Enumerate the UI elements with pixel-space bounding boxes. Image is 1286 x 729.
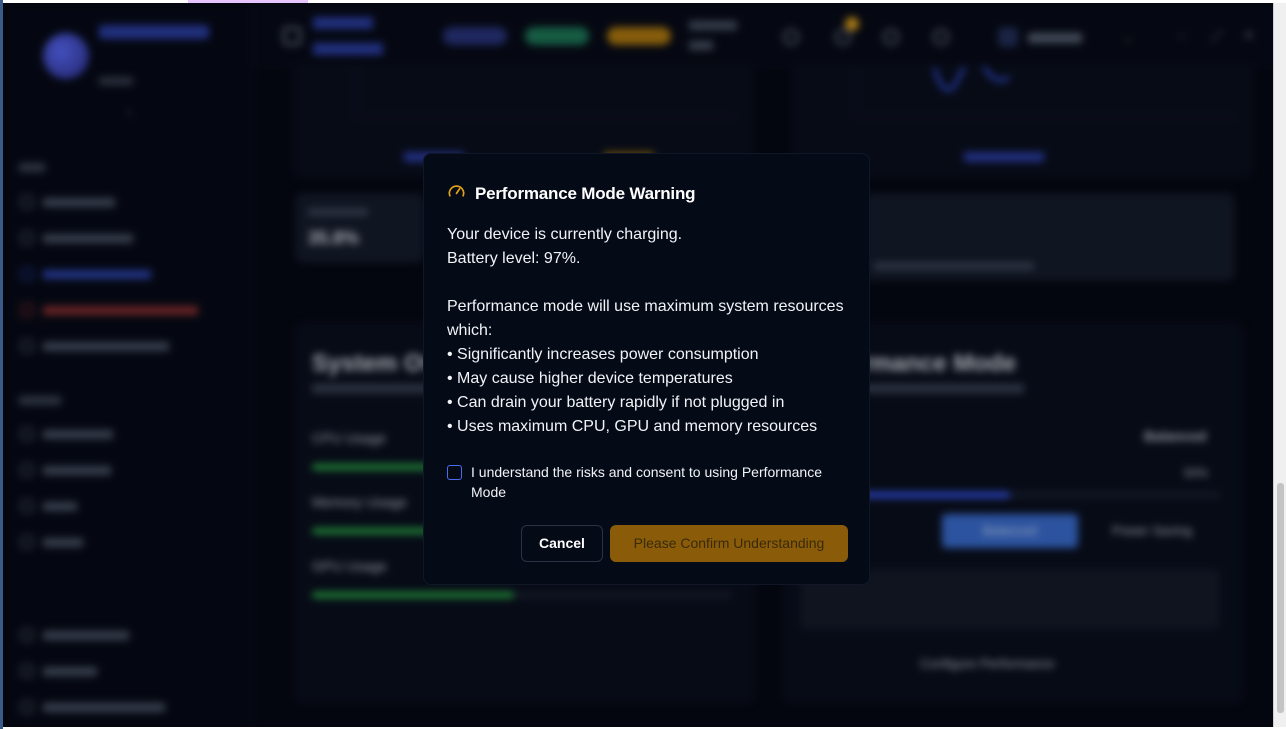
gauge-icon [447,182,466,206]
dialog-header: Performance Mode Warning [447,182,696,206]
consent-row[interactable]: I understand the risks and consent to us… [447,462,857,502]
dialog-title: Performance Mode Warning [475,184,696,203]
cancel-button[interactable]: Cancel [521,525,603,562]
consent-checkbox[interactable] [447,465,462,480]
warning-bullet: • May cause higher device temperatures [447,370,733,387]
app-window: ‹ ⌄ – ⤢ ✕ 35.8% System Overview CPU Usag… [3,3,1283,727]
warning-bullet: • Significantly increases power consumpt… [447,346,759,363]
warning-bullet: • Can drain your battery rapidly if not … [447,394,785,411]
consent-label[interactable]: I understand the risks and consent to us… [471,462,857,502]
scrollbar-thumb[interactable] [1277,483,1284,713]
window-top-accent [188,0,308,3]
window-left-edge [0,0,3,729]
charging-status-text: Your device is currently charging. [447,226,683,243]
confirm-button[interactable]: Please Confirm Understanding [610,525,848,562]
performance-warning-dialog: Performance Mode Warning Your device is … [423,153,870,585]
battery-level-text: Battery level: 97%. [447,250,581,267]
warning-intro-text: Performance mode will use maximum system… [447,298,844,339]
warning-bullet: • Uses maximum CPU, GPU and memory resou… [447,418,818,435]
dialog-message: Your device is currently charging. Batte… [447,223,857,439]
page-scrollbar[interactable] [1273,3,1286,727]
